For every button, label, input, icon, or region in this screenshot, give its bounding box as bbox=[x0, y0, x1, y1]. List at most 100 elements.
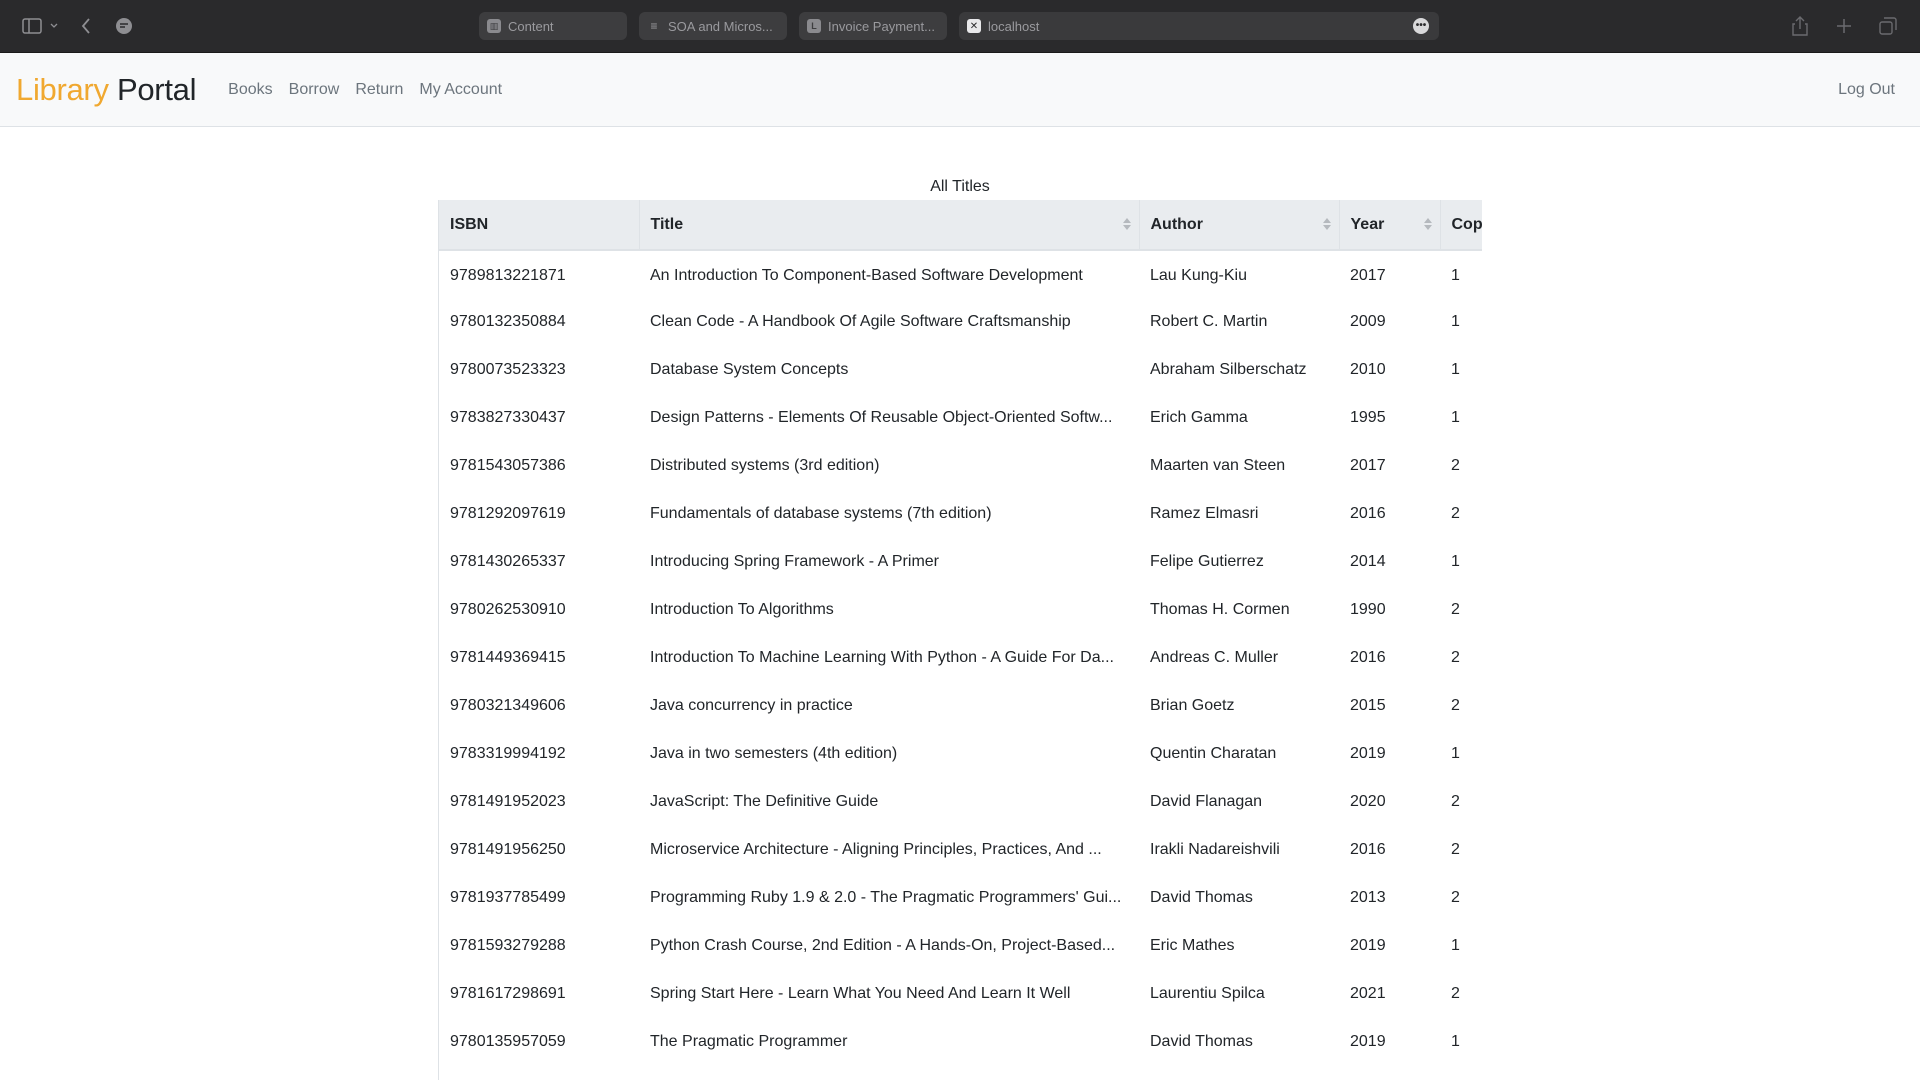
tab-overview-icon[interactable] bbox=[1876, 14, 1900, 38]
table-row[interactable]: 9780073523323 Database System Concepts Abr… bbox=[439, 346, 1482, 394]
table-row[interactable]: 9781491952023 JavaScript: The Definitive … bbox=[439, 778, 1482, 826]
cell-copies: 2 bbox=[1451, 889, 1460, 906]
table-row[interactable]: 9789813221871 An Introduction To Componen… bbox=[439, 250, 1482, 298]
column-label: Author bbox=[1150, 215, 1203, 233]
cell-title: Introducing Spring Framework - A Primer bbox=[650, 553, 939, 570]
table-row[interactable]: 9781449369415 Introduction To Machine Lea… bbox=[439, 634, 1482, 682]
table-row[interactable]: 9781593279288 Python Crash Course, 2nd Ed… bbox=[439, 922, 1482, 970]
nav-link-return[interactable]: Return bbox=[347, 81, 411, 99]
cell-copies: 2 bbox=[1451, 841, 1460, 858]
cell-isbn: 9781593279288 bbox=[450, 937, 566, 954]
cell-year: 2020 bbox=[1350, 793, 1386, 810]
sidebar-toggle-icon[interactable] bbox=[20, 14, 44, 38]
cell-copies: 2 bbox=[1451, 505, 1460, 522]
sort-icon[interactable] bbox=[1322, 218, 1331, 232]
document-icon: ≡ bbox=[650, 19, 658, 33]
cell-isbn: 9781430265337 bbox=[450, 553, 566, 570]
cell-year: 2016 bbox=[1350, 841, 1386, 858]
brand-part-library: Library bbox=[16, 71, 109, 107]
column-header-year[interactable]: Year bbox=[1339, 200, 1441, 251]
titles-table-container[interactable]: ISBN Title Author Year Copies 9789813221… bbox=[438, 200, 1482, 1080]
cell-isbn: 9783827330437 bbox=[450, 409, 566, 426]
titles-table: ISBN Title Author Year Copies 9789813221… bbox=[439, 200, 1482, 1066]
nav-link-my-account[interactable]: My Account bbox=[411, 81, 510, 99]
browser-tab[interactable]: ≡ SOA and Micros... bbox=[639, 12, 787, 40]
cell-author: Erich Gamma bbox=[1150, 409, 1248, 426]
column-header-author[interactable]: Author bbox=[1139, 200, 1340, 251]
brand-part-portal: Portal bbox=[116, 71, 197, 107]
browser-tab-active[interactable]: ✕ localhost ••• bbox=[959, 12, 1439, 40]
cell-title: JavaScript: The Definitive Guide bbox=[650, 793, 879, 810]
cell-year: 2019 bbox=[1350, 745, 1386, 762]
cell-author: Abraham Silberschatz bbox=[1150, 361, 1307, 378]
cell-copies: 1 bbox=[1451, 553, 1460, 570]
table-row[interactable]: 9780321349606 Java concurrency in practic… bbox=[439, 682, 1482, 730]
table-body: 9789813221871 An Introduction To Componen… bbox=[439, 250, 1482, 1066]
tab-title: localhost bbox=[988, 18, 1040, 34]
cell-isbn: 9781491956250 bbox=[450, 841, 566, 858]
new-tab-icon[interactable] bbox=[1832, 14, 1856, 38]
share-icon[interactable] bbox=[1788, 14, 1812, 38]
cell-author: Maarten van Steen bbox=[1150, 457, 1286, 474]
cell-author: Robert C. Martin bbox=[1150, 313, 1268, 330]
more-icon[interactable]: ••• bbox=[1413, 18, 1429, 34]
close-icon[interactable]: ✕ bbox=[967, 19, 981, 33]
table-row[interactable]: 9781543057386 Distributed systems (3rd ed… bbox=[439, 442, 1482, 490]
cell-copies: 2 bbox=[1451, 601, 1460, 618]
table-row[interactable]: 9781430265337 Introducing Spring Framewor… bbox=[439, 538, 1482, 586]
cell-copies: 2 bbox=[1451, 697, 1460, 714]
tab-title: Content bbox=[508, 18, 554, 34]
cell-year: 2017 bbox=[1350, 457, 1386, 474]
table-caption: All Titles bbox=[930, 178, 990, 195]
table-row[interactable]: 9780132350884 Clean Code - A Handbook Of … bbox=[439, 298, 1482, 346]
cell-title: Clean Code - A Handbook Of Agile Softwar… bbox=[650, 313, 1071, 330]
cell-copies: 1 bbox=[1451, 745, 1460, 762]
chevron-down-icon[interactable] bbox=[48, 14, 60, 38]
table-row[interactable]: 9780135957059 The Pragmatic Programmer Dav… bbox=[439, 1018, 1482, 1066]
cell-author: Felipe Gutierrez bbox=[1150, 553, 1264, 570]
column-header-copies[interactable]: Copies bbox=[1440, 200, 1483, 251]
logout-link[interactable]: Log Out bbox=[1838, 81, 1895, 99]
cell-isbn: 9781617298691 bbox=[450, 985, 566, 1002]
cell-year: 2014 bbox=[1350, 553, 1386, 570]
letter-l-icon: L bbox=[807, 19, 821, 33]
table-row[interactable]: 9783827330437 Design Patterns - Elements … bbox=[439, 394, 1482, 442]
brand-logo[interactable]: Library Portal bbox=[16, 72, 196, 108]
table-row[interactable]: 9781292097619 Fundamentals of database sy… bbox=[439, 490, 1482, 538]
table-row[interactable]: 9781617298691 Spring Start Here - Learn W… bbox=[439, 970, 1482, 1018]
cell-isbn: 9789813221871 bbox=[450, 266, 566, 284]
cell-year: 2015 bbox=[1350, 697, 1386, 714]
cell-author: Irakli Nadareishvili bbox=[1150, 841, 1280, 858]
browser-tab[interactable]: L Invoice Payment... bbox=[799, 12, 947, 40]
cell-year: 2010 bbox=[1350, 361, 1386, 378]
table-row[interactable]: 9780262530910 Introduction To Algorithms T… bbox=[439, 586, 1482, 634]
nav-link-borrow[interactable]: Borrow bbox=[281, 81, 348, 99]
table-row[interactable]: 9783319994192 Java in two semesters (4th … bbox=[439, 730, 1482, 778]
sort-icon[interactable] bbox=[1423, 218, 1432, 232]
cell-author: Thomas H. Cormen bbox=[1150, 601, 1290, 618]
column-header-title[interactable]: Title bbox=[639, 200, 1140, 251]
cell-author: Laurentiu Spilca bbox=[1150, 985, 1265, 1002]
cell-title: Java concurrency in practice bbox=[650, 697, 853, 714]
cell-year: 2009 bbox=[1350, 313, 1386, 330]
chat-icon[interactable] bbox=[112, 14, 136, 38]
column-header-isbn[interactable]: ISBN bbox=[439, 200, 640, 251]
cell-copies: 1 bbox=[1451, 313, 1460, 330]
cell-copies: 1 bbox=[1451, 361, 1460, 378]
column-label: Copies bbox=[1451, 215, 1483, 233]
cell-title: Fundamentals of database systems (7th ed… bbox=[650, 505, 992, 522]
cell-isbn: 9780321349606 bbox=[450, 697, 566, 714]
cell-title: Microservice Architecture - Aligning Pri… bbox=[650, 841, 1102, 858]
sort-icon[interactable] bbox=[1122, 218, 1131, 232]
table-row[interactable]: 9781937785499 Programming Ruby 1.9 & 2.0 … bbox=[439, 874, 1482, 922]
table-row[interactable]: 9781491956250 Microservice Architecture -… bbox=[439, 826, 1482, 874]
back-icon[interactable] bbox=[74, 14, 98, 38]
tab-title: Invoice Payment... bbox=[828, 18, 935, 34]
cell-year: 2019 bbox=[1350, 1033, 1386, 1050]
browser-tab[interactable]: ▥ Content bbox=[479, 12, 627, 40]
nav-link-books[interactable]: Books bbox=[220, 81, 280, 99]
cell-year: 2017 bbox=[1350, 266, 1386, 284]
cell-author: David Thomas bbox=[1150, 889, 1253, 906]
cell-author: David Thomas bbox=[1150, 1033, 1253, 1050]
cell-title: The Pragmatic Programmer bbox=[650, 1033, 848, 1050]
